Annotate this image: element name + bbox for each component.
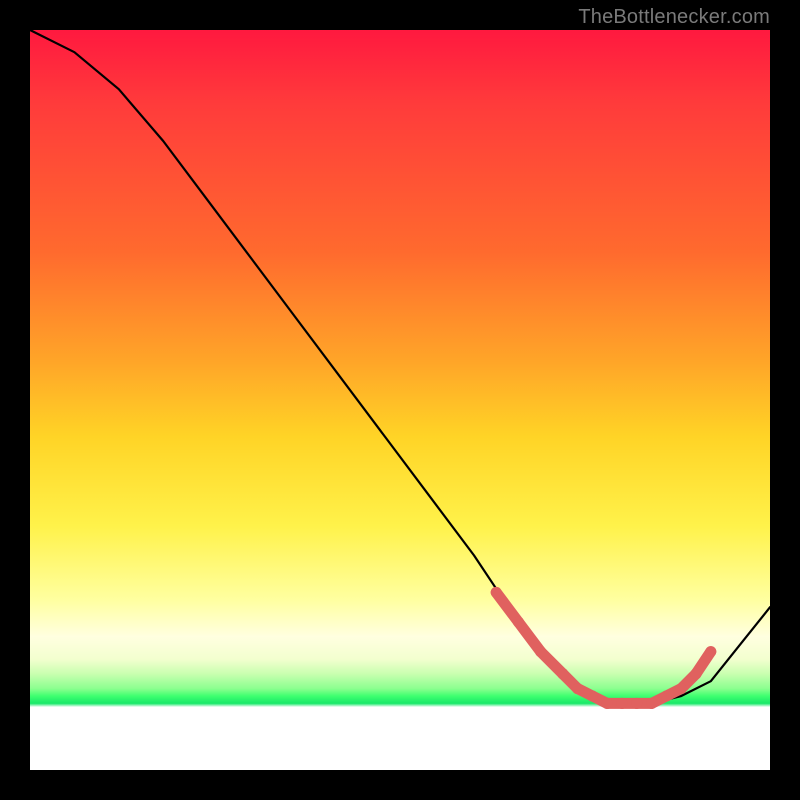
chart-frame: TheBottlenecker.com: [0, 0, 800, 800]
marker-dot: [631, 698, 642, 709]
bottleneck-curve: [30, 30, 770, 703]
marker-dot: [691, 668, 702, 679]
plot-svg: [30, 30, 770, 770]
marker-dot: [705, 646, 716, 657]
marker-dot: [617, 698, 628, 709]
curve-markers: [491, 587, 717, 709]
marker-dot: [557, 668, 568, 679]
marker-dot: [587, 691, 598, 702]
watermark-text: TheBottlenecker.com: [578, 6, 770, 29]
marker-dot: [491, 587, 502, 598]
marker-dot: [661, 691, 672, 702]
marker-dot: [676, 683, 687, 694]
marker-dot: [602, 698, 613, 709]
marker-dot: [572, 683, 583, 694]
plot-area: [30, 30, 770, 770]
marker-segment: [496, 592, 518, 622]
marker-dot: [513, 617, 524, 628]
marker-dot: [535, 646, 546, 657]
marker-segment: [518, 622, 540, 652]
marker-dot: [646, 698, 657, 709]
